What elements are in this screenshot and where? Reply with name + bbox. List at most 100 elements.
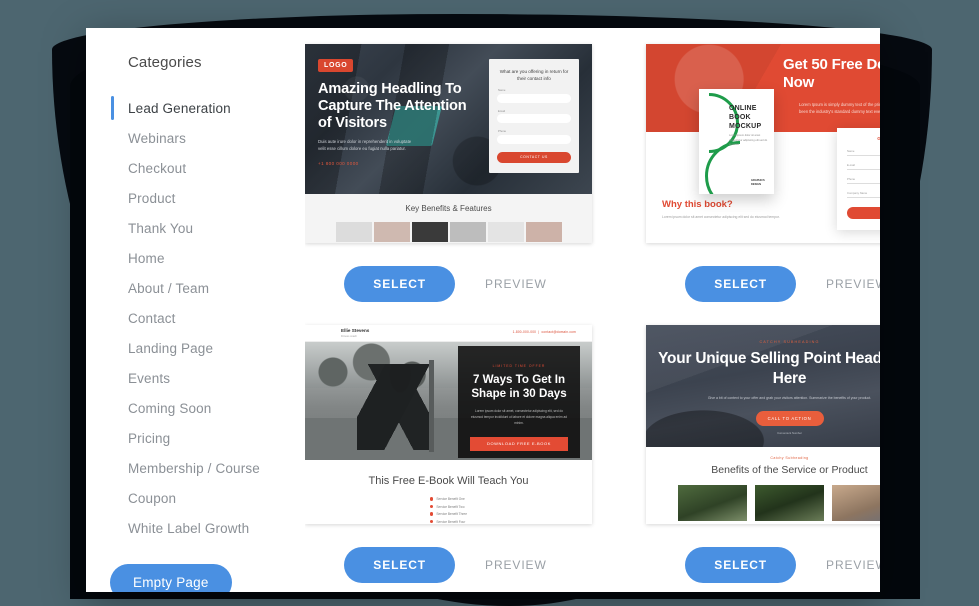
empty-page-button[interactable]: Empty Page	[110, 564, 232, 592]
thumb3-cta-button: DOWNLOAD FREE E-BOOK	[470, 436, 568, 451]
template-actions: SELECT PREVIEW	[305, 524, 592, 583]
thumb1-field-label-name: Name	[498, 88, 506, 93]
sidebar-item-coming-soon[interactable]: Coming Soon	[86, 393, 305, 423]
sidebar-item-label: Contact	[128, 310, 176, 326]
thumb4-eyebrow: CATCHY SUBHEADING	[759, 340, 820, 344]
preview-button[interactable]: PREVIEW	[479, 557, 553, 573]
thumb1-strip-image	[411, 222, 448, 242]
thumb3-benefit-list: Service Benefit One Service Benefit Two …	[430, 496, 467, 524]
thumb2-book-brand: GRAPHICS DESIGN	[751, 179, 765, 186]
sidebar-item-label: Events	[128, 370, 171, 386]
thumb4-benefit-image	[755, 485, 824, 521]
thumb4-hero: CATCHY SUBHEADING Your Unique Selling Po…	[646, 325, 880, 447]
thumb4-cta-note: Convenient Number	[777, 430, 802, 435]
template-card-unique-selling-point: CATCHY SUBHEADING Your Unique Selling Po…	[646, 325, 880, 583]
thumb2-field-input-company	[847, 197, 880, 198]
thumb1-strip-image	[449, 222, 486, 242]
sidebar-item-product[interactable]: Product	[86, 183, 305, 213]
sidebar-item-thank-you[interactable]: Thank You	[86, 213, 305, 243]
thumb1-field-label-email: Email	[498, 108, 505, 113]
thumb1-phone: +1 800 000 0000	[318, 160, 359, 166]
thumb4-benefit-image	[832, 485, 880, 521]
preview-button[interactable]: PREVIEW	[820, 276, 880, 292]
preview-button[interactable]: PREVIEW	[820, 557, 880, 573]
thumb2-book-subtitle: Lorem ipsum dolor sit amet consectetur a…	[729, 134, 768, 147]
sidebar-item-pricing[interactable]: Pricing	[86, 423, 305, 453]
sidebar-item-membership-course[interactable]: Membership / Course	[86, 453, 305, 483]
preview-button[interactable]: PREVIEW	[479, 276, 553, 292]
sidebar-item-webinars[interactable]: Webinars	[86, 123, 305, 153]
select-button[interactable]: SELECT	[685, 547, 797, 583]
thumb2-field-input-email	[847, 169, 880, 170]
thumb2-field-label-email: E-mail	[847, 163, 855, 167]
sidebar-item-label: Home	[128, 250, 165, 266]
template-card-7-ways-get-in-shape: Ellie Stevens Fitness coach 1-800-000-00…	[305, 325, 592, 583]
thumb4-headline: Your Unique Selling Point Heading is Her…	[658, 350, 880, 387]
sidebar-item-contact[interactable]: Contact	[86, 303, 305, 333]
thumb4-section-heading: Benefits of the Service or Product	[711, 464, 868, 476]
thumb3-nav-phone: 1-800-000-000	[512, 329, 537, 334]
template-actions: SELECT PREVIEW	[646, 243, 880, 302]
thumb4-section-eyebrow: Catchy Subheading	[770, 456, 809, 460]
sidebar-item-white-label-growth[interactable]: White Label Growth	[86, 513, 305, 543]
thumb4-root: CATCHY SUBHEADING Your Unique Selling Po…	[646, 325, 880, 524]
thumb2-field-label-phone: Phone	[847, 177, 856, 181]
template-row-2: Ellie Stevens Fitness coach 1-800-000-00…	[305, 325, 880, 583]
thumb3-benefit-label: Service Benefit Four	[436, 519, 466, 524]
sidebar-item-coupon[interactable]: Coupon	[86, 483, 305, 513]
sidebar-item-events[interactable]: Events	[86, 363, 305, 393]
bullet-icon	[430, 520, 434, 524]
thumb4-cta-button: CALL TO ACTION	[755, 410, 824, 426]
sidebar-item-label: Pricing	[128, 430, 171, 446]
sidebar-item-checkout[interactable]: Checkout	[86, 153, 305, 183]
thumb3-benefit-label: Service Benefit Two	[436, 504, 465, 509]
thumb1-strip-image	[487, 222, 524, 242]
thumb1-hero-copy: LOGO Amazing Headling To Capture The Att…	[318, 54, 468, 166]
thumb3-nav-contact: 1-800-000-000 | contact@domain.com	[512, 329, 576, 334]
thumb2-field-label-name: Name	[847, 149, 855, 153]
thumb1-image-strip	[305, 222, 592, 242]
thumb3-offer-panel: LIMITED TIME OFFER 7 Ways To Get In Shap…	[458, 346, 580, 458]
thumb2-section-heading: Why this book?	[662, 199, 733, 210]
select-button[interactable]: SELECT	[344, 266, 456, 302]
template-row-1: LOGO Amazing Headling To Capture The Att…	[305, 44, 880, 302]
template-picker-modal: Categories Lead Generation Webinars Chec…	[86, 28, 880, 592]
sidebar-item-label: Webinars	[128, 130, 186, 146]
thumb2-lead-form: Grab The Book Now! Name E-mail Phone Com…	[837, 128, 880, 230]
select-button[interactable]: SELECT	[344, 547, 456, 583]
thumb2-headline: Get 50 Free Design Tips Now	[783, 56, 880, 92]
select-button[interactable]: SELECT	[685, 266, 797, 302]
thumb3-brand-name: Ellie Stevens	[341, 328, 370, 333]
template-thumbnail[interactable]: CATCHY SUBHEADING Your Unique Selling Po…	[646, 325, 880, 524]
sidebar-item-label: Checkout	[128, 160, 187, 176]
bullet-icon	[430, 512, 434, 516]
thumb1-hero: LOGO Amazing Headling To Capture The Att…	[305, 44, 592, 194]
template-thumbnail[interactable]: Ellie Stevens Fitness coach 1-800-000-00…	[305, 325, 592, 524]
thumb2-field-input-phone	[847, 183, 880, 184]
thumb3-root: Ellie Stevens Fitness coach 1-800-000-00…	[305, 325, 592, 524]
sidebar-item-lead-generation[interactable]: Lead Generation	[86, 93, 305, 123]
sidebar-item-home[interactable]: Home	[86, 243, 305, 273]
thumb3-runner-silhouette	[357, 364, 429, 450]
template-actions: SELECT PREVIEW	[305, 243, 592, 302]
thumb1-strip-image	[525, 222, 562, 242]
sidebar-item-about-team[interactable]: About / Team	[86, 273, 305, 303]
thumb3-headline: 7 Ways To Get In Shape in 30 Days	[471, 373, 567, 401]
thumb3-hero: LIMITED TIME OFFER 7 Ways To Get In Shap…	[305, 342, 592, 460]
thumb1-field-input-phone	[497, 134, 571, 144]
thumb3-brand-subtitle: Fitness coach	[341, 334, 358, 338]
thumb3-benefit-item: Service Benefit Three	[430, 511, 467, 519]
thumb3-benefits-section: This Free E-Book Will Teach You Service …	[305, 460, 592, 524]
thumb2-field-label-company: Company Name	[847, 191, 868, 195]
thumb3-section-heading: This Free E-Book Will Teach You	[368, 475, 529, 487]
template-thumbnail[interactable]: Get 50 Free Design Tips Now Lorem Ipsum …	[646, 44, 880, 243]
template-thumbnail[interactable]: LOGO Amazing Headling To Capture The Att…	[305, 44, 592, 243]
sidebar-item-label: White Label Growth	[128, 520, 250, 536]
thumb3-benefit-label: Service Benefit One	[436, 497, 465, 501]
thumb1-strip-image	[373, 222, 410, 242]
bullet-icon	[430, 497, 434, 501]
thumb3-benefit-label: Service Benefit Three	[436, 512, 467, 517]
thumb1-paragraph: Duis aute irure dolor in reprehenderit i…	[318, 138, 412, 151]
sidebar-item-landing-page[interactable]: Landing Page	[86, 333, 305, 363]
thumb3-eyebrow: LIMITED TIME OFFER	[492, 364, 546, 368]
